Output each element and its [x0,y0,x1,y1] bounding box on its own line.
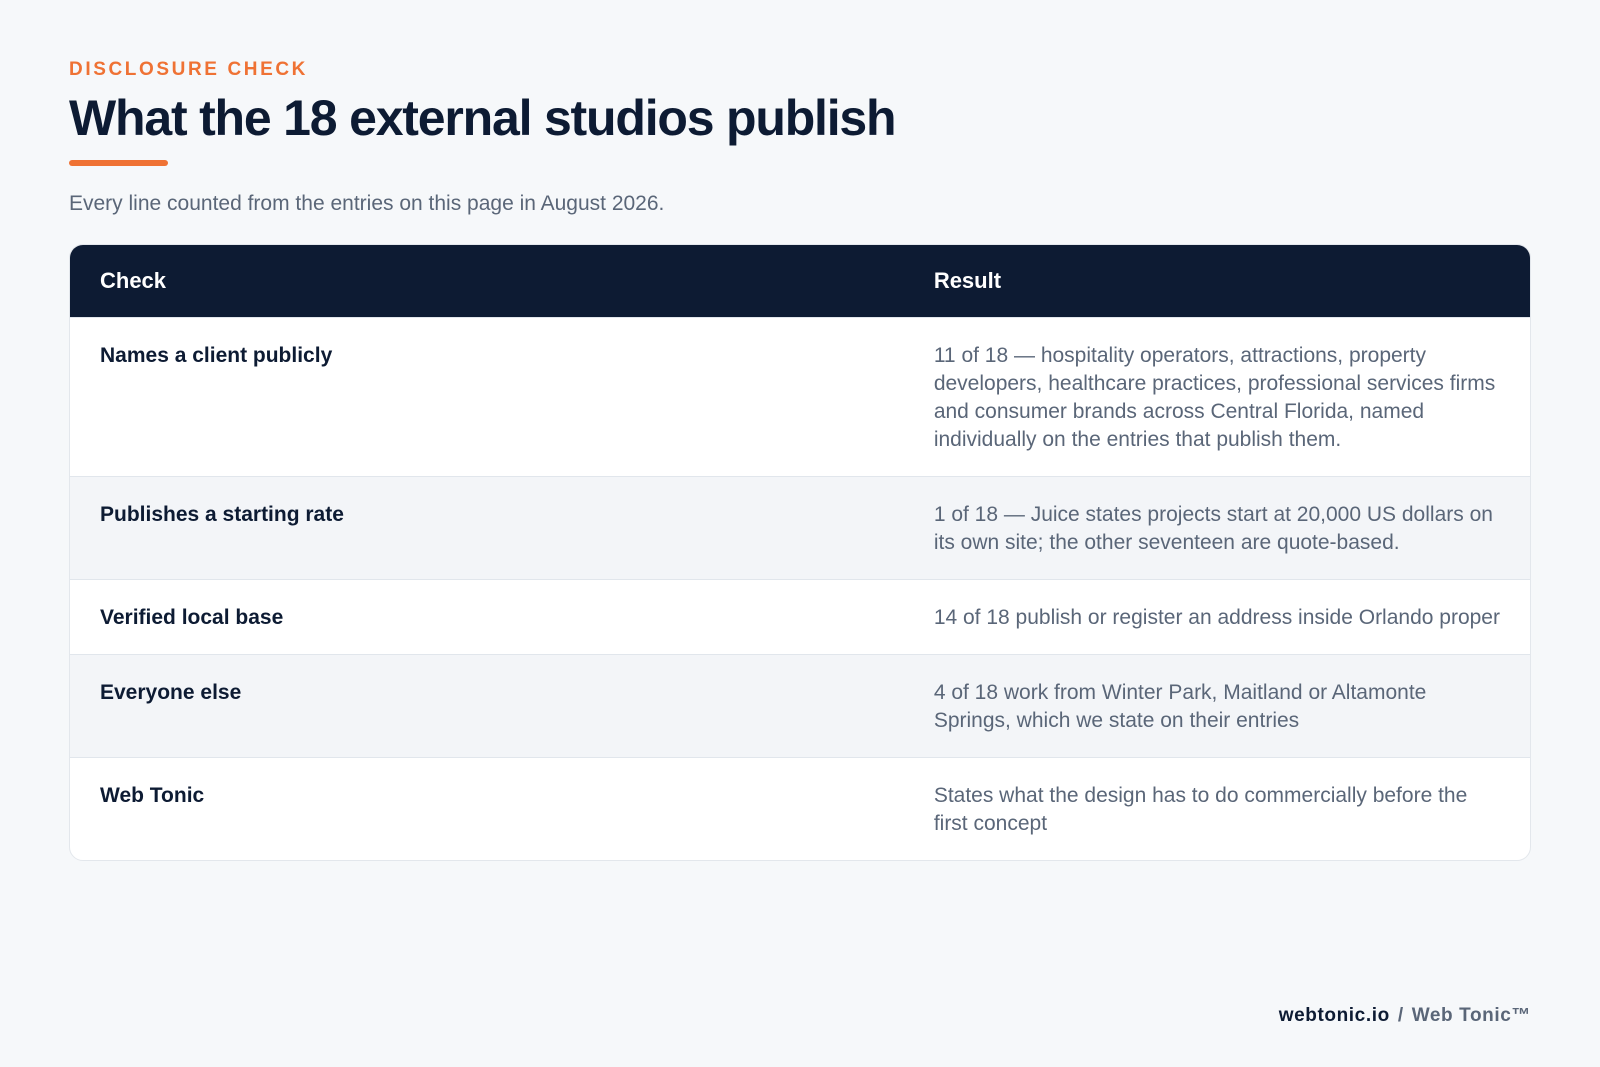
table-row: Publishes a starting rate 1 of 18 — Juic… [70,476,1530,579]
footer-credit: webtonic.io / Web Tonic™ [1279,1005,1531,1027]
eyebrow-label: DISCLOSURE CHECK [69,59,309,80]
page: DISCLOSURE CHECK What the 18 external st… [0,0,1600,1067]
table-header: Check Result [70,245,1530,317]
page-subtitle: Every line counted from the entries on t… [69,192,665,215]
result-cell: 4 of 18 work from Winter Park, Maitland … [933,681,1427,732]
disclosure-table: Check Result Names a client publicly 11 … [69,244,1531,861]
table-row: Verified local base 14 of 18 publish or … [70,579,1530,654]
footer-domain-link[interactable]: webtonic.io [1279,1005,1390,1026]
check-cell: Web Tonic [100,784,205,807]
column-header-result: Result [933,268,1002,293]
check-cell: Names a client publicly [100,344,333,367]
column-header-check: Check [100,268,167,293]
title-underline [69,160,168,166]
check-cell: Publishes a starting rate [100,503,344,526]
result-cell: 11 of 18 — hospitality operators, attrac… [933,344,1496,451]
footer-brand: Web Tonic™ [1411,1005,1531,1026]
table-row: Everyone else 4 of 18 work from Winter P… [70,654,1530,757]
table-row: Names a client publicly 11 of 18 — hospi… [70,317,1530,476]
table-row: Web Tonic States what the design has to … [70,757,1530,860]
page-title: What the 18 external studios publish [69,90,897,146]
result-cell: 1 of 18 — Juice states projects start at… [933,503,1493,554]
check-cell: Verified local base [100,606,284,629]
check-cell: Everyone else [100,681,242,704]
result-cell: 14 of 18 publish or register an address … [933,606,1500,629]
result-cell: States what the design has to do commerc… [933,784,1468,835]
footer-separator: / [1397,1005,1404,1026]
